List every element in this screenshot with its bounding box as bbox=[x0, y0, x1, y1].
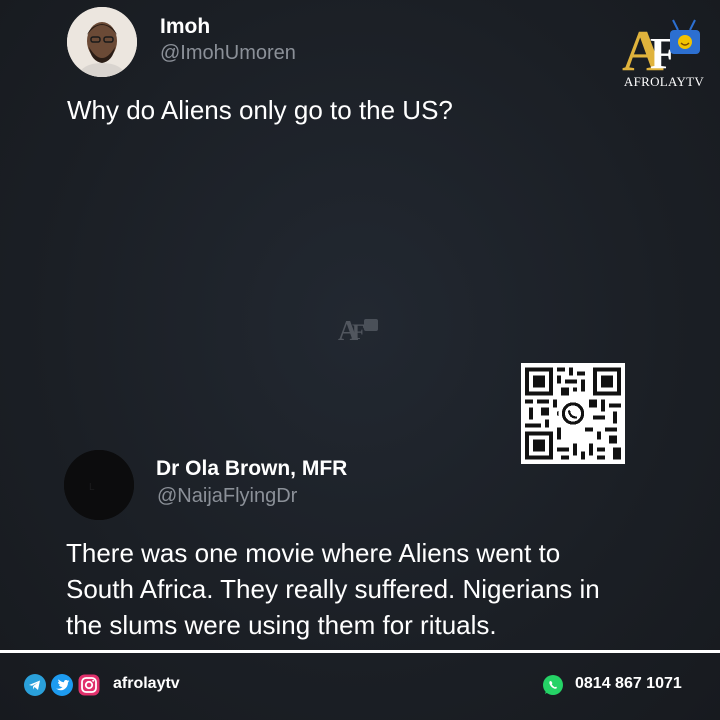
telegram-icon[interactable] bbox=[24, 674, 46, 696]
svg-text:F: F bbox=[352, 319, 365, 344]
tweet-text: There was one movie where Aliens went to… bbox=[66, 535, 600, 643]
author-name[interactable]: Dr Ola Brown, MFR bbox=[156, 457, 347, 481]
whatsapp-icon[interactable] bbox=[542, 674, 564, 696]
svg-text:L: L bbox=[89, 482, 95, 493]
footer-divider bbox=[0, 650, 720, 653]
social-handle[interactable]: afrolaytv bbox=[113, 675, 180, 693]
tweet-text-line: There was one movie where Aliens went to bbox=[66, 538, 561, 568]
author-handle[interactable]: @NaijaFlyingDr bbox=[157, 485, 297, 508]
watermark-logo: A F bbox=[334, 310, 384, 350]
avatar-ola-brown[interactable]: L bbox=[64, 450, 134, 520]
phone-number[interactable]: 0814 867 1071 bbox=[575, 675, 682, 693]
instagram-icon[interactable] bbox=[78, 674, 100, 696]
author-handle[interactable]: @ImohUmoren bbox=[160, 42, 296, 65]
brand-name: AfrolayTV bbox=[623, 74, 705, 89]
tweet-text: Why do Aliens only go to the US? bbox=[67, 95, 453, 125]
avatar-imoh[interactable] bbox=[67, 7, 137, 77]
author-name[interactable]: Imoh bbox=[160, 15, 210, 39]
whatsapp-qr-code[interactable] bbox=[521, 363, 625, 464]
tweet-text-line: South Africa. They really suffered. Nige… bbox=[66, 574, 600, 604]
twitter-icon[interactable] bbox=[51, 674, 73, 696]
tweet-text-line: the slums were using them for rituals. bbox=[66, 610, 497, 640]
